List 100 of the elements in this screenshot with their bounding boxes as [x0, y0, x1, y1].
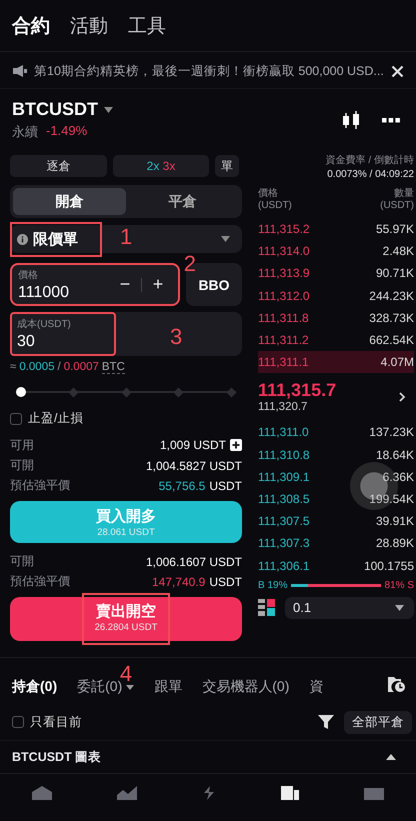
bid-price[interactable]: 111,306.1	[258, 558, 310, 573]
annotation-number: 3	[170, 326, 182, 348]
ask-quantity: 328.73K	[369, 310, 414, 325]
caret-up-icon[interactable]	[386, 754, 396, 760]
ask-row[interactable]: 111,314.0 2.48K	[258, 240, 414, 262]
chevron-right-icon[interactable]	[399, 392, 406, 402]
bid-quantity: 39.91K	[376, 514, 414, 528]
bid-price[interactable]: 111,310.8	[258, 448, 310, 462]
cost-field[interactable]: 成本(USDT) 30	[10, 312, 116, 356]
symbol-name[interactable]: BTCUSDT	[12, 99, 98, 120]
position-tab[interactable]: 持倉(0)	[12, 678, 58, 696]
ask-row[interactable]: 111,313.9 90.71K	[258, 262, 414, 285]
column-header: (USDT)	[380, 200, 414, 211]
ask-quantity: 244.23K	[369, 288, 414, 303]
more-icon[interactable]	[382, 118, 400, 122]
bid-quantity: 100.1755	[364, 558, 414, 573]
checkbox[interactable]	[10, 412, 22, 425]
amount-slider[interactable]	[16, 387, 236, 398]
caret-icon[interactable]	[104, 106, 113, 112]
order-type-label: 限價單	[33, 230, 78, 249]
megaphone-icon	[12, 64, 28, 78]
precision-select[interactable]: 0.1	[285, 596, 414, 619]
home-icon[interactable]	[32, 786, 52, 800]
sell-ratio: 81% S	[384, 580, 414, 591]
info-label: 可用	[10, 436, 34, 454]
ask-quantity: 2.48K	[382, 244, 414, 258]
unit-text[interactable]: BTC	[102, 361, 125, 374]
ask-price[interactable]: 111,312.0	[258, 288, 310, 303]
ask-row[interactable]: 111,311.1 4.07M	[258, 351, 414, 374]
filter-icon[interactable]	[318, 714, 334, 730]
info-label: 預估強平價	[10, 573, 70, 590]
buy-ratio: B 19%	[258, 580, 288, 591]
side-tab[interactable]: 開倉	[13, 188, 126, 216]
bid-price[interactable]: 111,311.0	[258, 425, 309, 440]
caret-icon	[221, 236, 230, 242]
price-field[interactable]: 價格 111000 − +	[10, 263, 180, 306]
ask-price[interactable]: 111,311.1	[258, 355, 309, 370]
slider-step-marker	[121, 388, 131, 398]
annotation-number: 1	[120, 226, 132, 248]
field-label: 成本(USDT)	[17, 318, 72, 332]
bid-quantity: 199.54K	[369, 492, 414, 506]
info-value: 1,006.1607 USDT	[146, 554, 242, 569]
document-icon[interactable]	[281, 786, 300, 800]
side-tab[interactable]: 平倉	[126, 188, 239, 216]
layout-icon[interactable]	[258, 599, 275, 616]
increment-button[interactable]: +	[146, 274, 170, 296]
price-value: 111000	[18, 284, 70, 302]
ask-price[interactable]: 111,313.9	[258, 266, 310, 280]
unit-button[interactable]: 單	[215, 155, 239, 177]
position-tab[interactable]: 資	[309, 678, 324, 696]
position-tab[interactable]: 跟單	[154, 678, 182, 696]
bid-price[interactable]: 111,309.1	[258, 470, 310, 484]
top-tab[interactable]: 活動	[70, 13, 108, 39]
bid-price[interactable]: 111,307.5	[258, 514, 310, 528]
price-change: -1.49%	[46, 123, 88, 140]
info-label: 預估強平價	[10, 477, 70, 494]
ask-price[interactable]: 111,314.0	[258, 244, 310, 258]
chart-section-title[interactable]: BTCUSDT 圖表	[12, 748, 102, 766]
chart-icon[interactable]	[116, 786, 137, 800]
unit-text: USDT	[209, 478, 242, 493]
caret-icon	[126, 684, 134, 690]
top-tab[interactable]: 合約	[12, 13, 50, 39]
approx-sign: ≈	[10, 361, 16, 374]
bid-price[interactable]: 111,307.3	[258, 536, 310, 550]
ask-price[interactable]: 111,315.2	[258, 222, 310, 236]
ask-price[interactable]: 111,311.2	[258, 333, 309, 348]
leverage-button[interactable]: 2x 3x	[113, 155, 209, 177]
ask-row[interactable]: 111,311.2 662.54K	[258, 328, 414, 352]
ask-quantity: 662.54K	[369, 333, 414, 348]
close-all-button[interactable]: 全部平倉	[344, 710, 412, 734]
checkbox-label[interactable]: 止盈/止損	[28, 410, 84, 428]
add-icon[interactable]	[230, 439, 242, 452]
history-icon[interactable]	[387, 674, 406, 693]
ask-row[interactable]: 111,312.0 244.23K	[258, 284, 414, 307]
info-value: 147,740.9	[152, 574, 206, 589]
slider-step-marker	[226, 388, 236, 398]
slider-thumb[interactable]	[16, 387, 26, 398]
ask-quantity: 55.97K	[376, 222, 414, 236]
bid-quantity: 28.89K	[376, 536, 414, 550]
close-icon[interactable]	[391, 64, 404, 78]
separator-text: /	[58, 361, 61, 374]
column-header: (USDT)	[258, 200, 292, 211]
caret-icon	[395, 604, 404, 611]
announcement-text[interactable]: 第10期合約精英榜，最後一週衝刺！衝榜贏取 500,000 USD...	[34, 62, 385, 80]
info-value: 55,756.5	[158, 478, 206, 493]
ask-row[interactable]: 111,315.2 55.97K	[258, 218, 414, 240]
info-value: 1,009 USDT	[160, 438, 226, 452]
ask-row[interactable]: 111,311.8 328.73K	[258, 306, 414, 329]
info-icon	[17, 234, 28, 245]
margin-mode-button[interactable]: 逐倉	[10, 155, 107, 177]
top-tab[interactable]: 工具	[128, 13, 166, 39]
checkbox[interactable]	[12, 716, 24, 728]
decrement-button[interactable]: −	[113, 274, 137, 296]
funding-label: 資金費率 / 倒數計時	[326, 154, 414, 167]
bid-price[interactable]: 111,308.5	[258, 492, 310, 506]
candlestick-icon[interactable]	[342, 110, 360, 130]
position-tab[interactable]: 交易機器人(0)	[202, 678, 290, 696]
precision-value: 0.1	[293, 600, 312, 616]
checkbox-label[interactable]: 只看目前	[30, 714, 82, 730]
ask-price[interactable]: 111,311.8	[258, 310, 309, 325]
